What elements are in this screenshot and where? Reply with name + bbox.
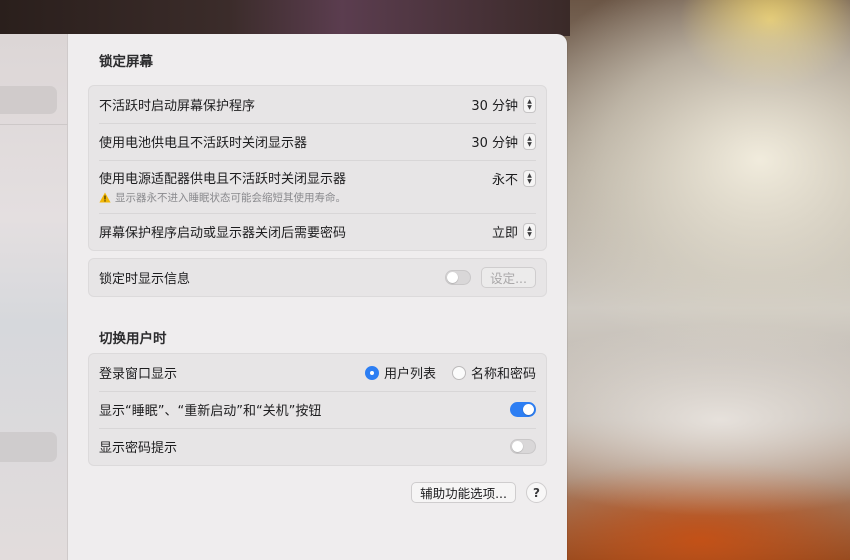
help-icon[interactable]: ?	[526, 482, 547, 503]
password-hint-toggle[interactable]	[510, 439, 536, 454]
footer-bar: 辅助功能选项... ?	[411, 482, 547, 503]
adapter-display-off-value: 永不	[491, 173, 518, 188]
battery-display-off-popup[interactable]: 30 分钟 ▲ ▼	[471, 132, 536, 151]
show-buttons-label: 显示“睡眠”、“重新启动”和“关机”按钮	[99, 404, 322, 419]
screensaver-label: 不活跃时启动屏幕保护程序	[99, 99, 256, 114]
up-down-chevron-icon: ▲ ▼	[523, 133, 536, 150]
require-password-label: 屏幕保护程序启动或显示器关闭后需要密码	[99, 226, 347, 241]
show-message-group: 锁定时显示信息 设定...	[88, 258, 547, 297]
login-window-radio-group: 用户列表 名称和密码	[364, 363, 536, 382]
require-password-value: 立即	[491, 226, 518, 241]
screensaver-value: 30 分钟	[471, 99, 518, 114]
toggle-knob	[523, 404, 534, 415]
lock-screen-title: 锁定屏幕	[99, 54, 153, 70]
up-down-chevron-icon: ▲ ▼	[523, 96, 536, 113]
show-message-row: 锁定时显示信息 设定...	[89, 259, 546, 296]
up-down-chevron-icon: ▲ ▼	[523, 223, 536, 240]
settings-content-pane: 锁定屏幕 不活跃时启动屏幕保护程序 30 分钟 ▲ ▼ 使用电池供电且不活跃时关闭…	[68, 34, 567, 560]
set-message-button[interactable]: 设定...	[481, 267, 536, 288]
show-message-toggle[interactable]	[445, 270, 472, 285]
switch-user-title: 切换用户时	[99, 331, 167, 347]
login-window-row: 登录窗口显示 用户列表 名称和密码	[89, 354, 546, 391]
require-password-popup[interactable]: 立即 ▲ ▼	[492, 222, 536, 241]
require-password-row: 屏幕保护程序启动或显示器关闭后需要密码 立即 ▲ ▼	[89, 213, 546, 250]
desktop-top-strip	[0, 0, 570, 36]
battery-display-off-label: 使用电池供电且不活跃时关闭显示器	[99, 136, 308, 151]
settings-sidebar	[0, 34, 68, 560]
screensaver-row: 不活跃时启动屏幕保护程序 30 分钟 ▲ ▼	[89, 86, 546, 123]
toggle-knob	[447, 272, 459, 283]
adapter-warning: 显示器永不进入睡眠状态可能会缩短其使用寿命。	[99, 190, 346, 205]
radio-unchecked-icon	[451, 365, 466, 380]
radio-name-password[interactable]: 名称和密码	[451, 363, 536, 382]
password-hint-row: 显示密码提示	[89, 428, 546, 465]
screensaver-popup[interactable]: 30 分钟 ▲ ▼	[471, 95, 536, 114]
radio-user-list-label: 用户列表	[383, 367, 436, 382]
radio-user-list[interactable]: 用户列表	[364, 363, 436, 382]
radio-name-password-label: 名称和密码	[470, 367, 536, 382]
radio-checked-icon	[364, 365, 379, 380]
lock-screen-group: 不活跃时启动屏幕保护程序 30 分钟 ▲ ▼ 使用电池供电且不活跃时关闭显示器 3…	[88, 85, 547, 251]
warning-triangle-icon	[99, 192, 111, 203]
up-down-chevron-icon: ▲ ▼	[523, 170, 536, 187]
adapter-display-off-label: 使用电源适配器供电且不活跃时关闭显示器	[99, 172, 347, 187]
adapter-display-off-popup[interactable]: 永不 ▲ ▼	[492, 169, 536, 188]
show-buttons-row: 显示“睡眠”、“重新启动”和“关机”按钮	[89, 391, 546, 428]
battery-display-off-value: 30 分钟	[471, 136, 518, 151]
adapter-display-off-row: 使用电源适配器供电且不活跃时关闭显示器 显示器永不进入睡眠状态可能会缩短其使用寿…	[89, 160, 546, 213]
show-message-label: 锁定时显示信息	[99, 272, 191, 287]
toggle-knob	[512, 441, 523, 452]
switch-user-group: 登录窗口显示 用户列表 名称和密码 显示“睡眠”、“重新启动”和“关机”按钮 显…	[88, 353, 547, 466]
sidebar-search-field[interactable]	[0, 86, 57, 114]
password-hint-label: 显示密码提示	[99, 441, 178, 456]
login-window-label: 登录窗口显示	[99, 367, 178, 382]
show-buttons-toggle[interactable]	[510, 402, 536, 417]
battery-display-off-row: 使用电池供电且不活跃时关闭显示器 30 分钟 ▲ ▼	[89, 123, 546, 160]
accessibility-options-button[interactable]: 辅助功能选项...	[411, 482, 516, 503]
sidebar-item-lock-screen[interactable]	[0, 432, 57, 462]
sidebar-divider	[0, 124, 68, 125]
adapter-warning-text: 显示器永不进入睡眠状态可能会缩短其使用寿命。	[115, 192, 346, 204]
